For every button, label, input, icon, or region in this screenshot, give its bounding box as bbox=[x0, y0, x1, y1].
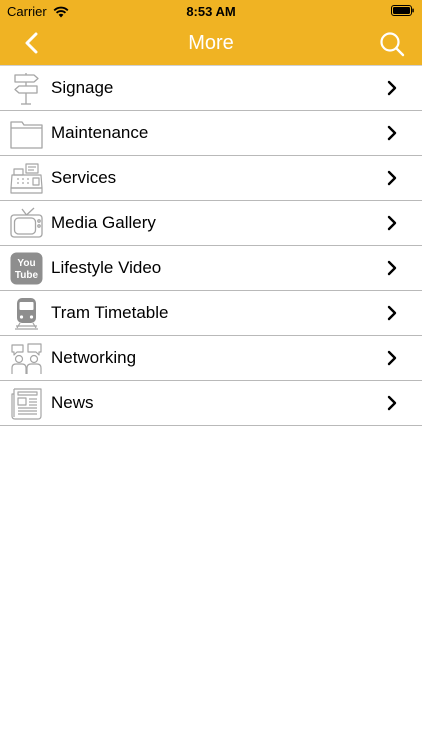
list-item-signage[interactable]: Signage bbox=[0, 66, 422, 111]
tram-icon bbox=[15, 298, 38, 330]
chevron-right-icon bbox=[387, 80, 397, 96]
list-item-label: Services bbox=[51, 168, 117, 187]
chevron-right-icon bbox=[387, 350, 397, 366]
chevron-right-icon bbox=[387, 260, 397, 276]
cash-register-icon bbox=[10, 163, 43, 194]
youtube-icon-text-top: You bbox=[17, 258, 35, 269]
list-item-label: News bbox=[51, 393, 94, 412]
menu-list: Signage Maintenance Services Media Galle… bbox=[0, 65, 422, 426]
status-bar: Carrier 8:53 AM bbox=[0, 0, 422, 22]
status-time: 8:53 AM bbox=[186, 4, 236, 19]
signpost-icon bbox=[14, 73, 39, 105]
list-item-maintenance[interactable]: Maintenance bbox=[0, 111, 422, 156]
folder-icon bbox=[10, 121, 43, 149]
list-item-label: Lifestyle Video bbox=[51, 258, 162, 277]
tv-icon bbox=[10, 207, 43, 238]
list-item-networking[interactable]: Networking bbox=[0, 336, 422, 381]
list-item-label: Maintenance bbox=[51, 123, 149, 142]
chevron-right-icon bbox=[387, 170, 397, 186]
search-icon[interactable] bbox=[379, 31, 405, 57]
list-item-label: Tram Timetable bbox=[51, 303, 169, 322]
list-item-news[interactable]: News bbox=[0, 381, 422, 426]
chevron-right-icon bbox=[387, 305, 397, 321]
youtube-icon-text-bottom: Tube bbox=[15, 270, 39, 281]
list-item-label: Signage bbox=[51, 78, 114, 97]
navigation-bar: More bbox=[0, 22, 422, 65]
list-item-tram-timetable[interactable]: Tram Timetable bbox=[0, 291, 422, 336]
list-item-services[interactable]: Services bbox=[0, 156, 422, 201]
battery-icon bbox=[391, 5, 414, 16]
chevron-right-icon bbox=[387, 125, 397, 141]
list-item-lifestyle-video[interactable]: You Tube Lifestyle Video bbox=[0, 246, 422, 291]
list-item-label: Networking bbox=[51, 348, 137, 367]
youtube-icon: You Tube bbox=[10, 252, 43, 285]
page-title: More bbox=[188, 32, 234, 54]
chevron-right-icon bbox=[387, 215, 397, 231]
people-chat-icon bbox=[11, 343, 42, 374]
list-item-label: Media Gallery bbox=[51, 213, 156, 232]
chevron-right-icon bbox=[387, 395, 397, 411]
list-item-media-gallery[interactable]: Media Gallery bbox=[0, 201, 422, 246]
newspaper-icon bbox=[11, 388, 42, 420]
